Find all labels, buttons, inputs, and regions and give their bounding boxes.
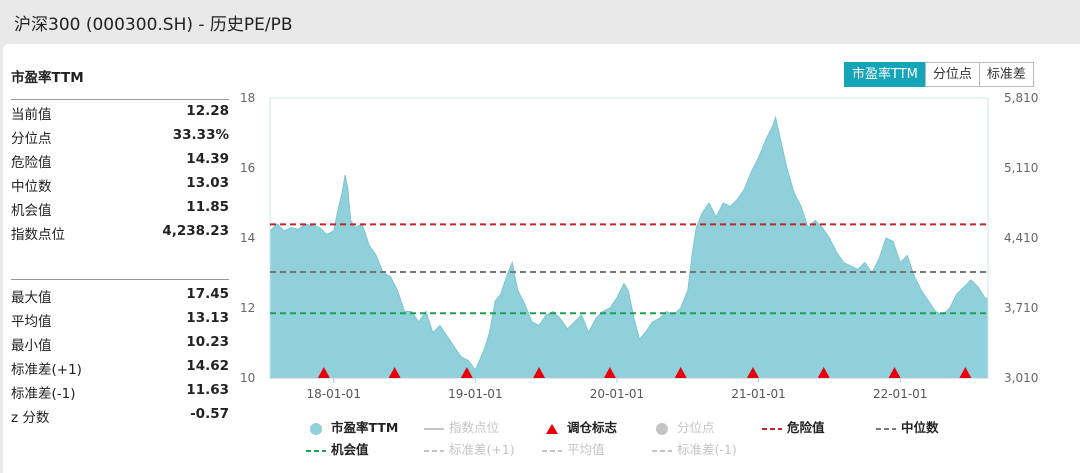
- y-tick-label-right: 4,410: [1004, 231, 1038, 245]
- dashed-icon: [541, 444, 563, 458]
- dashed-icon: [761, 422, 783, 436]
- y-tick-label-left: 12: [240, 301, 255, 315]
- x-tick-label: 20-01-01: [590, 387, 644, 401]
- legend-median[interactable]: 中位数: [875, 418, 939, 438]
- dashed-icon: [305, 444, 327, 458]
- dashed-icon: [423, 444, 445, 458]
- legend-danger-value[interactable]: 危险值: [761, 418, 825, 438]
- legend-label: 机会值: [331, 442, 369, 457]
- y-tick-label-left: 16: [240, 161, 255, 175]
- legend-label: 调仓标志: [567, 420, 618, 435]
- y-tick-label-right: 5,810: [1004, 91, 1038, 105]
- legend-std-minus[interactable]: 标准差(-1): [651, 440, 737, 460]
- x-tick-label: 22-01-01: [873, 387, 927, 401]
- legend-percentile[interactable]: 分位点: [651, 418, 715, 438]
- legend-index-level[interactable]: 指数点位: [423, 418, 499, 438]
- line-icon: [423, 422, 445, 436]
- legend-std-plus[interactable]: 标准差(+1): [423, 440, 515, 460]
- legend-label: 中位数: [901, 420, 939, 435]
- y-tick-label-left: 14: [240, 231, 255, 245]
- x-tick-label: 18-01-01: [306, 387, 360, 401]
- legend-label: 危险值: [787, 420, 825, 435]
- dot-icon: [651, 422, 673, 436]
- pe-ttm-area: [269, 115, 989, 379]
- pe-chart[interactable]: 18 16 14 12 10 5,810 5,110 4,410 3,710 3,010 18-01…: [0, 0, 1080, 473]
- legend-label: 市盈率TTM: [331, 420, 399, 435]
- x-tick-label: 21-01-01: [731, 387, 785, 401]
- legend-label: 标准差(-1): [677, 442, 737, 457]
- legend-label: 标准差(+1): [449, 442, 515, 457]
- y-tick-label-left: 18: [240, 91, 255, 105]
- legend-label: 平均值: [567, 442, 605, 457]
- legend-opportunity-value[interactable]: 机会值: [305, 440, 369, 460]
- y-tick-label-left: 10: [240, 371, 255, 385]
- legend-label: 指数点位: [449, 420, 500, 435]
- legend-rebalance-marker[interactable]: 调仓标志: [541, 418, 617, 438]
- dot-icon: [305, 422, 327, 436]
- dashed-icon: [875, 422, 897, 436]
- dashed-icon: [651, 444, 673, 458]
- y-tick-label-right: 3,710: [1004, 301, 1038, 315]
- triangle-icon: [541, 422, 563, 436]
- legend-mean[interactable]: 平均值: [541, 440, 605, 460]
- legend-label: 分位点: [677, 420, 715, 435]
- x-tick-label: 19-01-01: [448, 387, 502, 401]
- y-tick-label-right: 5,110: [1004, 161, 1038, 175]
- y-tick-label-right: 3,010: [1004, 371, 1038, 385]
- legend-pe-ttm[interactable]: 市盈率TTM: [305, 418, 398, 438]
- chart-legend: 市盈率TTM 指数点位 调仓标志 分位点 危险值 中位数机会值 标准差(+1) 平均值 标准差(…: [305, 418, 1025, 464]
